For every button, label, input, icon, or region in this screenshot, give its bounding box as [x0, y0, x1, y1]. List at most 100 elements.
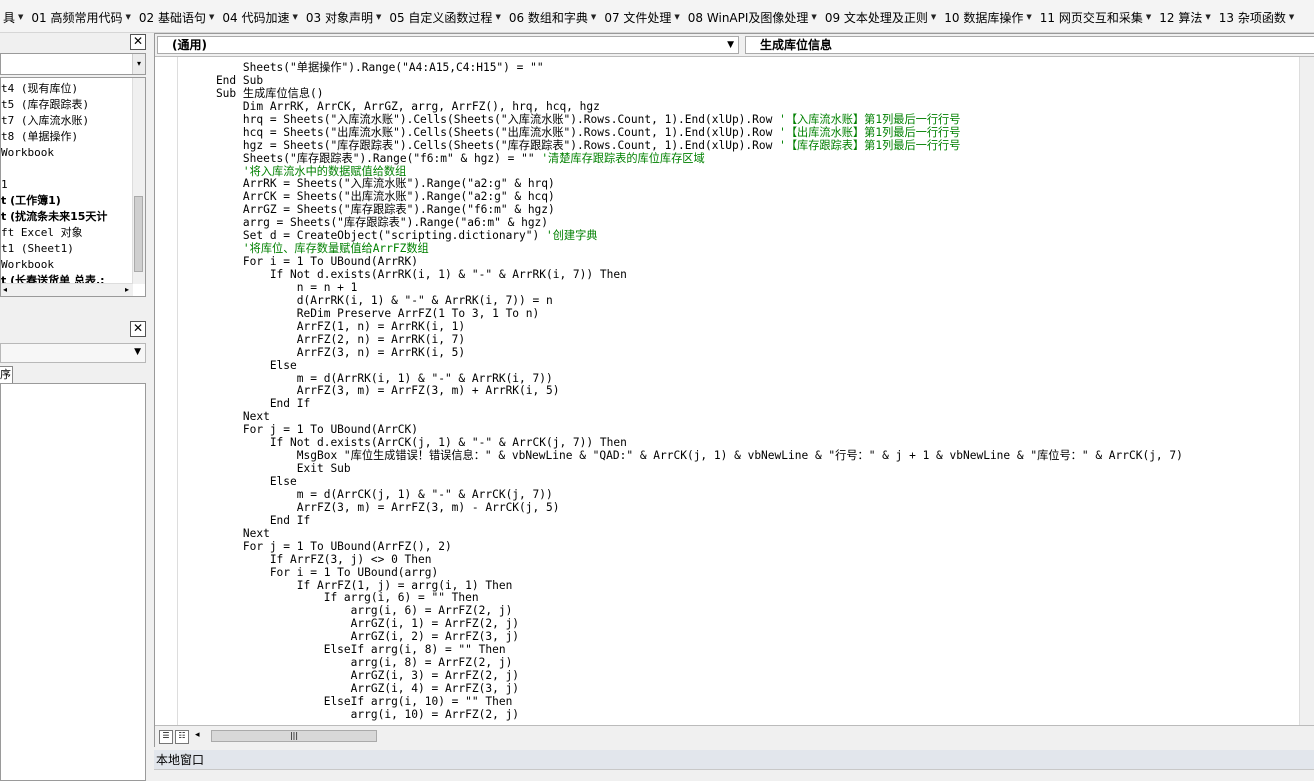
code-text: arrg = Sheets("库存跟踪表").Range("a6:m" & hg…	[189, 216, 549, 230]
properties-panel-title: ✕	[0, 319, 148, 337]
chevron-down-icon[interactable]: ▼	[727, 37, 734, 53]
menu-item-label: 01 高频常用代码	[31, 10, 123, 25]
menu-item-7[interactable]: 07 文件处理 ▼	[601, 9, 682, 25]
code-line[interactable]: ArrFZ(3, m) = ArrFZ(3, m) + ArrRK(i, 5)	[189, 384, 1183, 398]
tree-item[interactable]: 1	[1, 178, 8, 191]
locals-window: 本地窗口	[154, 750, 1314, 781]
code-editor[interactable]: Sheets("单据操作").Range("A4:A15,C4:H15") = …	[155, 57, 1314, 725]
chevron-down-icon: ▼	[930, 13, 937, 21]
code-line[interactable]: Exit Sub	[189, 462, 1183, 476]
menu-item-3[interactable]: 04 代码加速 ▼	[219, 9, 300, 25]
code-text: Next	[189, 526, 270, 540]
tree-horizontal-scrollbar[interactable]: ◂ ▸	[1, 283, 133, 296]
menu-item-8[interactable]: 08 WinAPI及图像处理 ▼	[685, 9, 820, 25]
tree-item[interactable]: t1 (Sheet1)	[1, 242, 74, 255]
code-text: Sheets("库存跟踪表").Range("f6:m" & hgz) = ""	[189, 151, 542, 165]
chevron-down-icon: ▼	[1145, 13, 1152, 21]
project-selector[interactable]: ▾	[0, 53, 146, 75]
code-text: MsgBox "库位生成错误！错误信息：" & vbNewLine & "QAD…	[189, 449, 1183, 463]
tree-vertical-scrollbar[interactable]	[132, 78, 145, 284]
object-selector[interactable]: (通用) ▼	[157, 36, 739, 54]
properties-object-selector[interactable]: ▼	[0, 343, 146, 363]
tree-item[interactable]: t5 (库存跟踪表)	[1, 98, 89, 111]
close-icon[interactable]: ✕	[130, 321, 146, 337]
tree-item[interactable]: t (扰流条未来15天计	[1, 210, 107, 223]
code-text: For i = 1 To UBound(arrg)	[189, 565, 439, 579]
menu-item-label: 13 杂项函数	[1218, 10, 1286, 25]
procedure-selector[interactable]: 生成库位信息	[745, 36, 1314, 54]
menu-item-6[interactable]: 06 数组和字典 ▼	[506, 9, 599, 25]
locals-window-title: 本地窗口	[154, 750, 1314, 770]
code-text: ArrFZ(3, m) = ArrFZ(3, m) + ArrRK(i, 5)	[189, 384, 560, 398]
code-text: For j = 1 To UBound(ArrFZ(), 2)	[189, 539, 452, 553]
margin-indicator-bar[interactable]	[155, 57, 178, 725]
chevron-left-icon[interactable]: ◂	[3, 285, 7, 294]
tree-scroll-thumb[interactable]	[134, 196, 143, 272]
code-line[interactable]: Sheets("单据操作").Range("A4:A15,C4:H15") = …	[189, 61, 1183, 75]
code-line[interactable]: arrg(i, 10) = ArrFZ(2, j)	[189, 707, 1183, 722]
menu-item-4[interactable]: 03 对象声明 ▼	[303, 9, 384, 25]
tree-item[interactable]: t (工作簿1)	[1, 194, 61, 207]
code-line[interactable]: End If	[189, 397, 1183, 411]
code-text: Dim ArrRK, ArrCK, ArrGZ, arrg, ArrFZ(), …	[189, 99, 600, 113]
code-text: ReDim Preserve ArrFZ(1 To 3, 1 To n)	[189, 306, 540, 320]
code-text: m = d(ArrRK(i, 1) & "-" & ArrRK(i, 7))	[189, 371, 553, 385]
project-panel-title: ✕	[0, 33, 148, 51]
menu-item-10[interactable]: 10 数据库操作 ▼	[941, 9, 1034, 25]
code-footer: ☰ ☷ ◂ |||	[155, 725, 1314, 748]
code-text: hgz = Sheets("库存跟踪表").Cells(Sheets("库存跟踪…	[189, 138, 780, 152]
tree-item[interactable]: t4 (现有库位)	[1, 82, 78, 95]
menu-item-2[interactable]: 02 基础语句 ▼	[136, 9, 217, 25]
chevron-down-icon[interactable]: ▼	[134, 347, 141, 357]
code-text: End Sub	[189, 73, 264, 87]
chevron-down-icon: ▼	[125, 13, 131, 21]
menu-item-5[interactable]: 05 自定义函数过程 ▼	[386, 9, 503, 25]
chevron-right-icon[interactable]: ▸	[125, 285, 129, 294]
code-text: ArrGZ(i, 4) = ArrFZ(3, j)	[189, 682, 520, 695]
chevron-down-icon: ▼	[811, 13, 817, 21]
full-module-view-icon[interactable]: ☷	[175, 730, 189, 744]
code-text: ArrFZ(1, n) = ArrRK(i, 1)	[189, 319, 466, 333]
chevron-down-icon: ▼	[292, 13, 298, 21]
code-comment: '将入库流水中的数据赋值给数组	[242, 164, 407, 178]
tree-item[interactable]: Workbook	[1, 258, 54, 271]
code-lines[interactable]: Sheets("单据操作").Range("A4:A15,C4:H15") = …	[189, 61, 1183, 722]
code-text: Sub 生成库位信息()	[189, 86, 324, 100]
code-text: m = d(ArrCK(j, 1) & "-" & ArrCK(j, 7))	[189, 487, 553, 501]
tree-item[interactable]: ft Excel 对象	[1, 226, 83, 239]
code-text: If Not d.exists(ArrRK(i, 1) & "-" & ArrR…	[189, 268, 627, 281]
tree-item[interactable]: Workbook	[1, 146, 54, 159]
code-text: Next	[189, 410, 270, 424]
code-line[interactable]: ArrFZ(3, n) = ArrRK(i, 5)	[189, 346, 1183, 360]
properties-list[interactable]	[0, 383, 146, 781]
code-window: (通用) ▼ 生成库位信息 Sheets("单据操作").Range("A4:A…	[154, 33, 1314, 748]
code-line[interactable]: End If	[189, 513, 1183, 528]
tree-item[interactable]: t8 (单据操作)	[1, 130, 78, 143]
code-text: ElseIf arrg(i, 8) = "" Then	[189, 643, 506, 657]
menu-item-1[interactable]: 01 高频常用代码 ▼	[28, 9, 133, 25]
code-vertical-scrollbar[interactable]	[1299, 57, 1314, 725]
close-icon[interactable]: ✕	[130, 34, 146, 50]
menu-item-13[interactable]: 13 杂项函数 ▼	[1216, 9, 1297, 25]
menu-item-label: 07 文件处理	[604, 10, 672, 25]
code-horizontal-scroll-thumb[interactable]: |||	[211, 730, 377, 742]
tree-item[interactable]: t7 (入库流水账)	[1, 114, 89, 127]
code-text: ElseIf arrg(i, 10) = "" Then	[189, 694, 513, 708]
chevron-left-icon[interactable]: ◂	[195, 730, 200, 740]
code-line[interactable]: End Sub	[189, 73, 1183, 88]
procedure-view-icon[interactable]: ☰	[159, 730, 173, 744]
menu-item-9[interactable]: 09 文本处理及正则 ▼	[822, 9, 939, 25]
code-text: End If	[189, 513, 311, 527]
code-comment: '创建字典	[545, 229, 598, 243]
code-text: arrg(i, 10) = ArrFZ(2, j)	[189, 707, 520, 721]
project-tree[interactable]: t4 (现有库位) t5 (库存跟踪表) t7 (入库流水账) t8 (单据操作) Wo…	[0, 77, 146, 297]
code-line[interactable]: ArrFZ(3, m) = ArrFZ(3, m) - ArrCK(j, 5)	[189, 501, 1183, 515]
code-text: ArrGZ = Sheets("库存跟踪表").Range("f6:m" & h…	[189, 203, 555, 217]
menu-item-0[interactable]: 具 ▼	[0, 9, 26, 25]
menu-item-11[interactable]: 11 网页交互和采集 ▼	[1037, 9, 1154, 25]
menu-item-label: 具	[3, 10, 16, 25]
object-selector-value: (通用)	[172, 38, 207, 52]
menu-item-12[interactable]: 12 算法 ▼	[1156, 9, 1213, 25]
chevron-down-icon[interactable]: ▾	[132, 54, 145, 74]
